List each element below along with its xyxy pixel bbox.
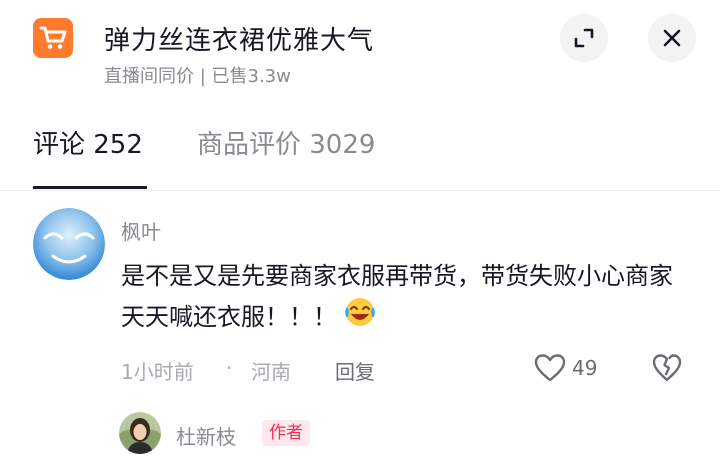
expand-button[interactable] xyxy=(560,14,608,62)
tab-product-reviews[interactable]: 商品评价 3029 xyxy=(197,124,375,161)
commenter-avatar-image xyxy=(33,208,105,280)
active-tab-indicator xyxy=(33,186,147,189)
like-count: 49 xyxy=(572,356,598,380)
product-title: 弹力丝连衣裙优雅大气 xyxy=(104,26,375,56)
broken-heart-icon xyxy=(652,354,682,382)
comment-text: 是不是又是先要商家衣服再带货，带货失败小心商家天天喊还衣服！！！ xyxy=(121,262,673,331)
tab-divider xyxy=(0,190,720,191)
reply-author-name[interactable]: 杜新枝 xyxy=(176,421,236,450)
tab-comments[interactable]: 评论 252 xyxy=(33,124,143,161)
comment-username[interactable]: 枫叶 xyxy=(121,216,161,245)
close-button[interactable] xyxy=(648,14,696,62)
product-subtitle: 直播间同价 | 已售3.3w xyxy=(104,66,291,87)
comment-time: 1小时前 xyxy=(121,360,194,384)
reply-author-avatar-image xyxy=(119,412,161,454)
meta-separator: · xyxy=(226,356,233,380)
comment-body: 是不是又是先要商家衣服再带货，带货失败小心商家天天喊还衣服！！！ xyxy=(121,256,681,340)
dislike-button[interactable] xyxy=(651,353,683,387)
like-button[interactable] xyxy=(533,353,567,387)
close-icon xyxy=(663,29,681,47)
reply-button[interactable]: 回复 xyxy=(335,356,375,385)
commenter-avatar[interactable] xyxy=(33,208,105,280)
shop-cart-badge[interactable] xyxy=(33,18,73,58)
shopping-cart-icon xyxy=(39,26,67,49)
comment-location: 河南 xyxy=(251,360,291,384)
expand-icon xyxy=(574,28,594,48)
heart-icon xyxy=(534,354,566,382)
reply-author-avatar[interactable] xyxy=(119,412,161,454)
author-badge: 作者 xyxy=(262,420,310,446)
laughing-emoji-icon xyxy=(343,296,377,340)
